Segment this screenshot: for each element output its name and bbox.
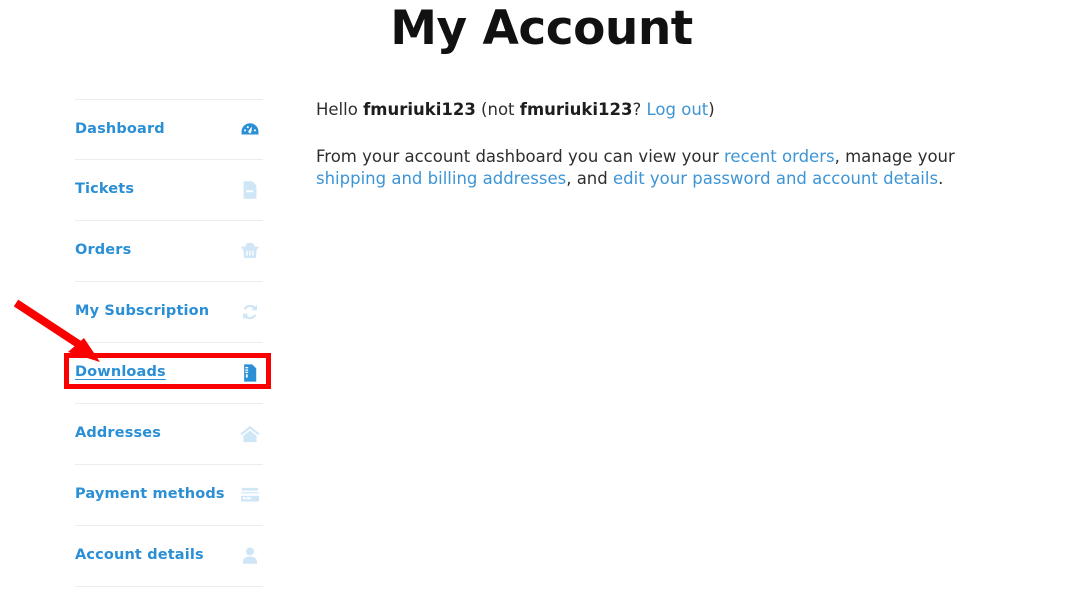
shipping-billing-addresses-link[interactable]: shipping and billing addresses [316, 169, 566, 188]
edit-password-account-details-link[interactable]: edit your password and account details [613, 169, 938, 188]
sidebar-link-addresses[interactable]: Addresses [75, 404, 263, 464]
greeting-close-paren: ) [708, 100, 715, 119]
description-part-2: , manage your [834, 147, 955, 166]
sidebar-item-label: Addresses [75, 425, 162, 442]
sidebar-item-payment-methods[interactable]: Payment methods [75, 465, 263, 526]
sidebar-item-label: Downloads [75, 364, 166, 381]
sidebar-item-label: Orders [75, 242, 132, 259]
sidebar-item-downloads[interactable]: Downloads [75, 343, 263, 404]
sidebar-link-tickets[interactable]: Tickets [75, 160, 263, 220]
greeting-hello: Hello [316, 100, 364, 119]
sidebar-item-label: Payment methods [75, 486, 225, 503]
account-content: Hello fmuriuki123 (not fmuriuki123? Log … [316, 99, 1016, 201]
dashboard-gauge-icon [239, 119, 261, 141]
recent-orders-link[interactable]: recent orders [724, 147, 835, 166]
description-part-1: From your account dashboard you can view… [316, 147, 725, 166]
file-download-icon [239, 362, 261, 384]
shopping-basket-icon [239, 240, 261, 262]
log-out-link[interactable]: Log out [647, 100, 709, 119]
dashboard-description-paragraph: From your account dashboard you can view… [316, 146, 1016, 190]
sidebar-item-account-details[interactable]: Account details [75, 526, 263, 587]
sidebar-link-orders[interactable]: Orders [75, 221, 263, 281]
page-title: My Account [390, 1, 693, 56]
greeting-username-repeat: fmuriuki123 [519, 100, 633, 119]
account-sidebar-nav: Dashboard Tickets Orders My Subscription… [75, 99, 263, 587]
sidebar-item-orders[interactable]: Orders [75, 221, 263, 282]
home-icon [239, 423, 261, 445]
description-part-3: , and [566, 169, 613, 188]
sidebar-item-label: Dashboard [75, 120, 165, 137]
document-icon [239, 179, 261, 201]
greeting-username: fmuriuki123 [363, 100, 476, 119]
greeting-not-prefix: (not [475, 100, 520, 119]
refresh-cycle-icon [239, 301, 261, 323]
sidebar-item-dashboard[interactable]: Dashboard [75, 99, 263, 160]
greeting-paragraph: Hello fmuriuki123 (not fmuriuki123? Log … [316, 99, 1016, 121]
sidebar-link-dashboard[interactable]: Dashboard [75, 100, 263, 159]
sidebar-item-addresses[interactable]: Addresses [75, 404, 263, 465]
sidebar-link-account-details[interactable]: Account details [75, 526, 263, 586]
sidebar-item-label: My Subscription [75, 303, 210, 320]
sidebar-link-downloads[interactable]: Downloads [75, 343, 263, 403]
sidebar-link-payment-methods[interactable]: Payment methods [75, 465, 263, 525]
greeting-question: ? [632, 100, 647, 119]
user-profile-icon [239, 545, 261, 567]
sidebar-item-label: Account details [75, 547, 204, 564]
sidebar-item-my-subscription[interactable]: My Subscription [75, 282, 263, 343]
sidebar-link-my-subscription[interactable]: My Subscription [75, 282, 263, 342]
sidebar-item-tickets[interactable]: Tickets [75, 160, 263, 221]
credit-card-icon [239, 484, 261, 506]
description-part-4: . [938, 169, 944, 188]
sidebar-item-label: Tickets [75, 181, 135, 198]
